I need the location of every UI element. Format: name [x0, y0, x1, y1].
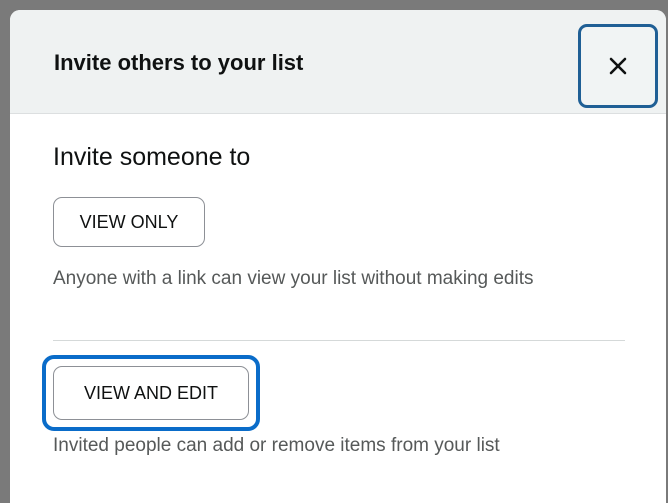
- view-only-button[interactable]: VIEW ONLY: [53, 197, 205, 247]
- close-button[interactable]: [578, 24, 658, 108]
- view-and-edit-description: Invited people can add or remove items f…: [53, 435, 500, 456]
- view-and-edit-button[interactable]: VIEW AND EDIT: [53, 366, 249, 420]
- dialog-header: Invite others to your list: [10, 10, 666, 114]
- invite-dialog: Invite others to your list Invite someon…: [10, 10, 666, 503]
- divider: [53, 340, 625, 341]
- view-only-description: Anyone with a link can view your list wi…: [53, 268, 534, 289]
- close-icon: [609, 57, 627, 75]
- dialog-title: Invite others to your list: [54, 50, 304, 75]
- invite-heading: Invite someone to: [53, 143, 251, 171]
